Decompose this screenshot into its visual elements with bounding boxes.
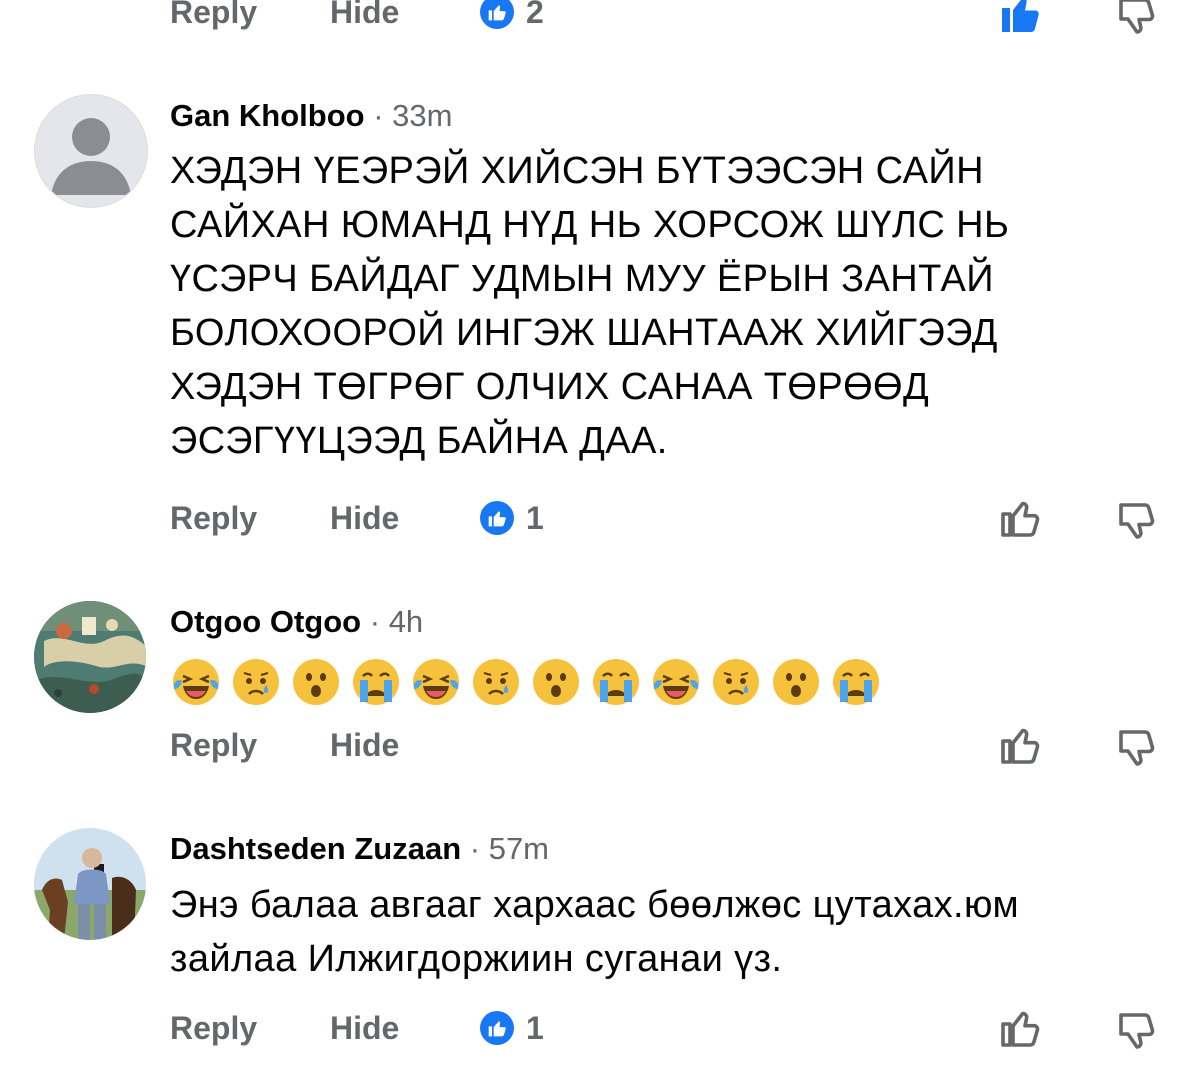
upvote-icon[interactable] <box>997 495 1043 541</box>
separator-dot: · <box>373 98 384 133</box>
hide-button[interactable]: Hide <box>330 1010 480 1047</box>
comment-author[interactable]: Gan Kholboo · 33m <box>170 98 452 134</box>
like-count: 2 <box>526 0 544 30</box>
laughing-tears-emoji-icon <box>653 659 699 705</box>
upvote-icon[interactable] <box>997 1005 1043 1051</box>
surprised-emoji-icon <box>533 659 579 705</box>
comment-author[interactable]: Otgoo Otgoo · 4h <box>170 604 423 640</box>
downvote-icon[interactable] <box>1112 1005 1158 1051</box>
crying-emoji-icon <box>593 659 639 705</box>
downvote-icon[interactable] <box>1112 495 1158 541</box>
reply-button[interactable]: Reply <box>170 1010 330 1047</box>
comment-text: Энэ балаа авгааг хархаас бөөлжөс цутахах… <box>170 884 1019 980</box>
comment-emojis <box>170 656 882 708</box>
separator-dot: · <box>369 604 381 639</box>
like-summary[interactable]: 1 <box>480 500 544 537</box>
comment-time[interactable]: 57m <box>489 831 549 866</box>
like-summary[interactable]: 2 <box>480 0 544 31</box>
avatar-default[interactable] <box>34 94 148 208</box>
comment-time[interactable]: 4h <box>389 604 423 639</box>
crying-emoji-icon <box>353 659 399 705</box>
like-count: 1 <box>526 1009 544 1046</box>
surprised-emoji-icon <box>773 659 819 705</box>
like-reaction-icon <box>480 1011 514 1045</box>
reply-button[interactable]: Reply <box>170 727 330 764</box>
laughing-tears-emoji-icon <box>173 659 219 705</box>
reply-button[interactable]: Reply <box>170 0 330 31</box>
separator-dot: · <box>469 831 481 866</box>
laughing-tears-emoji-icon <box>413 659 459 705</box>
like-summary[interactable]: 1 <box>480 1010 544 1047</box>
surprised-emoji-icon <box>293 659 339 705</box>
like-reaction-icon <box>480 0 514 29</box>
downvote-icon[interactable] <box>1112 722 1158 768</box>
avatar-photo[interactable] <box>34 828 146 940</box>
like-reaction-icon <box>480 501 514 535</box>
comment-author[interactable]: Dashtseden Zuzaan · 57m <box>170 831 549 867</box>
sad-tear-emoji-icon <box>233 659 279 705</box>
hide-button[interactable]: Hide <box>330 500 480 537</box>
author-name[interactable]: Otgoo Otgoo <box>170 604 361 639</box>
upvote-active-icon[interactable] <box>997 0 1043 36</box>
crying-emoji-icon <box>833 659 879 705</box>
like-count: 1 <box>526 499 544 536</box>
author-name[interactable]: Dashtseden Zuzaan <box>170 831 461 866</box>
reply-button[interactable]: Reply <box>170 500 330 537</box>
sad-tear-emoji-icon <box>473 659 519 705</box>
hide-button[interactable]: Hide <box>330 727 480 764</box>
hide-button[interactable]: Hide <box>330 0 480 31</box>
author-name[interactable]: Gan Kholboo <box>170 98 365 133</box>
comment-text: ХЭДЭН ҮЕЭРЭЙ ХИЙСЭН БҮТЭЭСЭН САЙН САЙХАН… <box>170 150 1010 462</box>
comment-time[interactable]: 33m <box>392 98 452 133</box>
upvote-icon[interactable] <box>997 722 1043 768</box>
top-comment-actions: Reply Hide 2 <box>0 0 1200 40</box>
downvote-icon[interactable] <box>1112 0 1158 36</box>
avatar-painting[interactable] <box>34 601 146 713</box>
sad-tear-emoji-icon <box>713 659 759 705</box>
